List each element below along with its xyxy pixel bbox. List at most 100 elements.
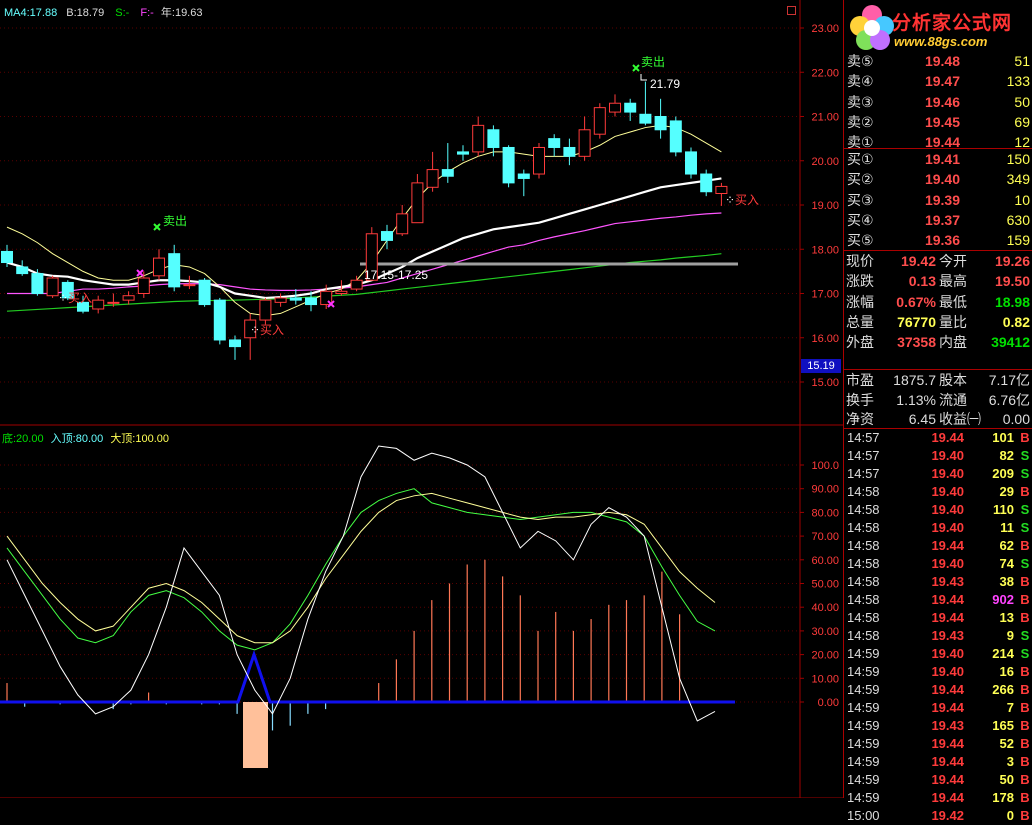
candle-body[interactable] — [639, 113, 652, 124]
tick-row[interactable]: 14:58 19.44 13 B — [844, 609, 1032, 627]
candle-body[interactable] — [472, 124, 485, 153]
fund-row: 市盈 1875.7 股本 7.17亿 — [844, 370, 1032, 390]
candle-body[interactable] — [578, 129, 591, 157]
tick-row[interactable]: 14:59 19.44 266 B — [844, 681, 1032, 699]
tick-row[interactable]: 14:57 19.40 82 S — [844, 447, 1032, 465]
candle-body[interactable] — [168, 253, 181, 288]
fund-value: 6.76亿 — [988, 391, 1030, 408]
candle-body[interactable] — [457, 151, 469, 155]
tick-price: 19.40 — [931, 466, 964, 481]
tick-row[interactable]: 14:59 19.44 52 B — [844, 735, 1032, 753]
tick-flag: B — [1020, 718, 1030, 733]
tick-row[interactable]: 14:58 19.44 62 B — [844, 537, 1032, 555]
candle-body[interactable] — [46, 277, 59, 297]
candle-body[interactable] — [381, 231, 393, 241]
tick-price: 19.42 — [931, 808, 964, 823]
candle-body[interactable] — [654, 116, 667, 131]
tick-row[interactable]: 14:59 19.44 50 B — [844, 771, 1032, 789]
tick-row[interactable]: 14:59 19.44 178 B — [844, 789, 1032, 807]
candle-body[interactable] — [305, 297, 317, 306]
tick-row[interactable]: 14:58 19.43 9 S — [844, 627, 1032, 645]
quote-row: 总量 76770 量比 0.82 — [844, 312, 1032, 332]
bid-price: 19.37 — [924, 211, 960, 228]
tick-flag: S — [1020, 520, 1030, 535]
osc-tick-label: 10.00 — [811, 673, 839, 685]
quote-value: 39412 — [991, 334, 1030, 351]
tick-price: 19.44 — [931, 754, 964, 769]
osc-tick-label: 50.00 — [811, 579, 839, 591]
kline-chart[interactable]: 23.00 22.00 21.00 20.00 19.00 18.00 17.00 16.00… — [0, 0, 843, 798]
bid-row: 买② 19.40 349 — [844, 169, 1032, 189]
tick-row[interactable]: 14:58 19.40 29 B — [844, 483, 1032, 501]
candle-body[interactable] — [213, 299, 226, 341]
candle-body[interactable] — [426, 169, 439, 188]
tick-time: 14:59 — [847, 682, 880, 697]
candle-body[interactable] — [31, 273, 44, 294]
ask-label: 卖④ — [847, 73, 874, 90]
tick-row[interactable]: 14:59 19.40 214 S — [844, 645, 1032, 663]
candle-body[interactable] — [137, 277, 150, 295]
tick-flag: S — [1020, 646, 1030, 661]
candle-body[interactable] — [107, 301, 120, 304]
candle-body[interactable] — [1, 250, 13, 264]
candle-body[interactable] — [563, 146, 576, 157]
tick-row[interactable]: 14:59 19.43 165 B — [844, 717, 1032, 735]
tick-row[interactable]: 14:58 19.40 74 S — [844, 555, 1032, 573]
candle-body[interactable] — [609, 102, 621, 113]
candle-body[interactable] — [593, 107, 606, 135]
price-tick-label: 23.00 — [811, 23, 839, 35]
tick-row[interactable]: 14:58 19.44 902 B — [844, 591, 1032, 609]
candle-body[interactable] — [16, 266, 29, 275]
bid-label: 买⑤ — [847, 232, 874, 249]
tick-volume: 50 — [999, 772, 1014, 787]
tick-price: 19.40 — [931, 520, 964, 535]
candle-body[interactable] — [153, 257, 165, 277]
candle-body[interactable] — [411, 182, 424, 224]
tick-row[interactable]: 14:59 19.44 3 B — [844, 753, 1032, 771]
price-marker: 15.19 — [801, 359, 841, 373]
candle-body[interactable] — [350, 279, 363, 290]
tick-row[interactable]: 14:57 19.40 209 S — [844, 465, 1032, 483]
candle-body[interactable] — [533, 146, 545, 175]
tick-time: 14:58 — [847, 610, 880, 625]
logo-title: 分析家公式网 — [892, 13, 1013, 34]
tick-row[interactable]: 14:59 19.44 7 B — [844, 699, 1032, 717]
tick-row[interactable]: 14:59 19.40 16 B — [844, 663, 1032, 681]
candle-body[interactable] — [685, 151, 697, 175]
candle-body[interactable] — [289, 297, 302, 301]
candle-body[interactable] — [92, 299, 105, 310]
candle-body[interactable] — [229, 339, 241, 348]
candle-body[interactable] — [259, 299, 272, 321]
candle-body[interactable] — [700, 173, 713, 193]
candle-body[interactable] — [548, 138, 561, 148]
close-chart-icon[interactable] — [787, 6, 796, 15]
candle-body[interactable] — [274, 297, 287, 303]
f-value: F:- — [140, 7, 154, 19]
sell-cross-icon — [153, 223, 161, 231]
tick-row[interactable]: 14:58 19.40 110 S — [844, 501, 1032, 519]
candle-body[interactable] — [122, 295, 135, 301]
tick-row[interactable]: 14:57 19.44 101 B — [844, 429, 1032, 447]
candle-body[interactable] — [487, 129, 500, 148]
quote-value: 0.13 — [908, 273, 936, 290]
candle-body[interactable] — [441, 169, 454, 177]
fund-label: 股本 — [939, 372, 967, 388]
ask-volume: 133 — [1006, 73, 1030, 90]
tick-time: 14:57 — [847, 448, 880, 463]
candle-body[interactable] — [517, 173, 530, 179]
tick-row[interactable]: 14:58 19.40 11 S — [844, 519, 1032, 537]
tick-volume: 16 — [999, 664, 1014, 679]
candle-body[interactable] — [183, 284, 196, 287]
candle-body[interactable] — [624, 102, 637, 113]
candle-body[interactable] — [396, 213, 409, 235]
candle-body[interactable] — [502, 146, 515, 184]
quote-label: 量比 — [939, 313, 967, 330]
sell-label: 卖出 — [641, 55, 665, 69]
candle-body[interactable] — [335, 290, 348, 295]
candle-body[interactable] — [198, 279, 211, 306]
tick-row[interactable]: 15:00 19.42 0 B — [844, 807, 1032, 825]
quote-label: 最低 — [939, 293, 967, 310]
tick-row[interactable]: 14:58 19.43 38 B — [844, 573, 1032, 591]
candle-body[interactable] — [669, 120, 682, 153]
tick-price: 19.40 — [931, 502, 964, 517]
